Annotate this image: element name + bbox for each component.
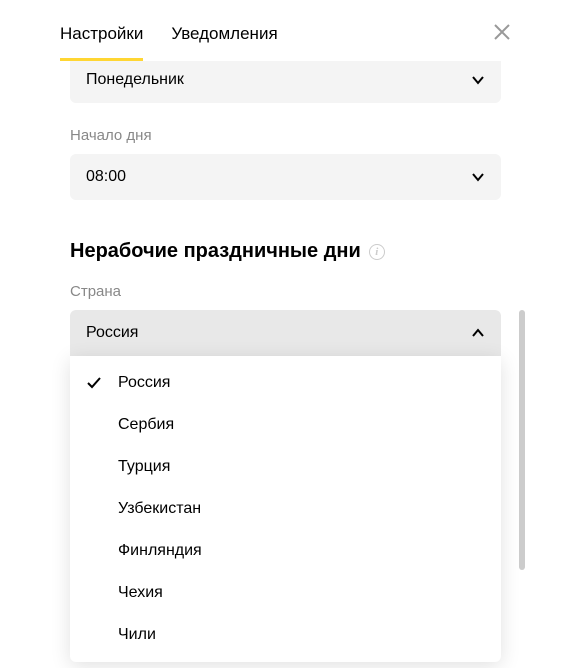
country-option-uzbekistan[interactable]: Узбекистан — [70, 488, 501, 530]
option-label: Турция — [118, 458, 170, 475]
settings-panel: Настройки Уведомления Понедельник Начало… — [0, 0, 571, 356]
check-icon — [86, 375, 102, 391]
chevron-up-icon — [471, 326, 485, 340]
country-option-serbia[interactable]: Сербия — [70, 404, 501, 446]
daystart-label: Начало дня — [70, 127, 501, 144]
tab-notifications[interactable]: Уведомления — [171, 24, 277, 61]
daystart-field: Начало дня 08:00 — [70, 127, 501, 200]
scrollbar[interactable] — [519, 310, 525, 570]
chevron-down-icon — [471, 73, 485, 87]
content: Понедельник Начало дня 08:00 Нерабочие п… — [0, 57, 571, 356]
daystart-value: 08:00 — [86, 168, 126, 186]
header: Настройки Уведомления — [0, 0, 571, 61]
close-icon — [493, 23, 511, 41]
option-label: Чили — [118, 626, 156, 643]
weekday-value: Понедельник — [86, 71, 184, 89]
country-option-russia[interactable]: Россия — [70, 362, 501, 404]
daystart-select[interactable]: 08:00 — [70, 154, 501, 200]
chevron-down-icon — [471, 170, 485, 184]
country-selected-value: Россия — [86, 324, 138, 342]
country-option-turkey[interactable]: Турция — [70, 446, 501, 488]
weekday-field: Понедельник — [70, 57, 501, 103]
option-label: Узбекистан — [118, 500, 201, 517]
option-label: Россия — [118, 374, 170, 391]
option-label: Сербия — [118, 416, 174, 433]
holidays-section-title: Нерабочие праздничные дни i — [70, 240, 501, 263]
weekday-select[interactable]: Понедельник — [70, 57, 501, 103]
tab-settings[interactable]: Настройки — [60, 24, 143, 61]
country-option-chile[interactable]: Чили — [70, 614, 501, 656]
option-label: Финляндия — [118, 542, 202, 559]
country-dropdown: Россия Россия Сербия Турция — [70, 310, 501, 356]
holidays-title-text: Нерабочие праздничные дни — [70, 240, 361, 263]
country-option-czechia[interactable]: Чехия — [70, 572, 501, 614]
country-field: Страна Россия Россия Сербия — [70, 283, 501, 356]
country-label: Страна — [70, 283, 501, 300]
option-label: Чехия — [118, 584, 163, 601]
info-icon[interactable]: i — [369, 244, 385, 260]
country-option-finland[interactable]: Финляндия — [70, 530, 501, 572]
close-button[interactable] — [493, 22, 511, 46]
country-dropdown-list: Россия Сербия Турция Узбекистан Финлянди… — [70, 356, 501, 662]
country-select[interactable]: Россия — [70, 310, 501, 356]
